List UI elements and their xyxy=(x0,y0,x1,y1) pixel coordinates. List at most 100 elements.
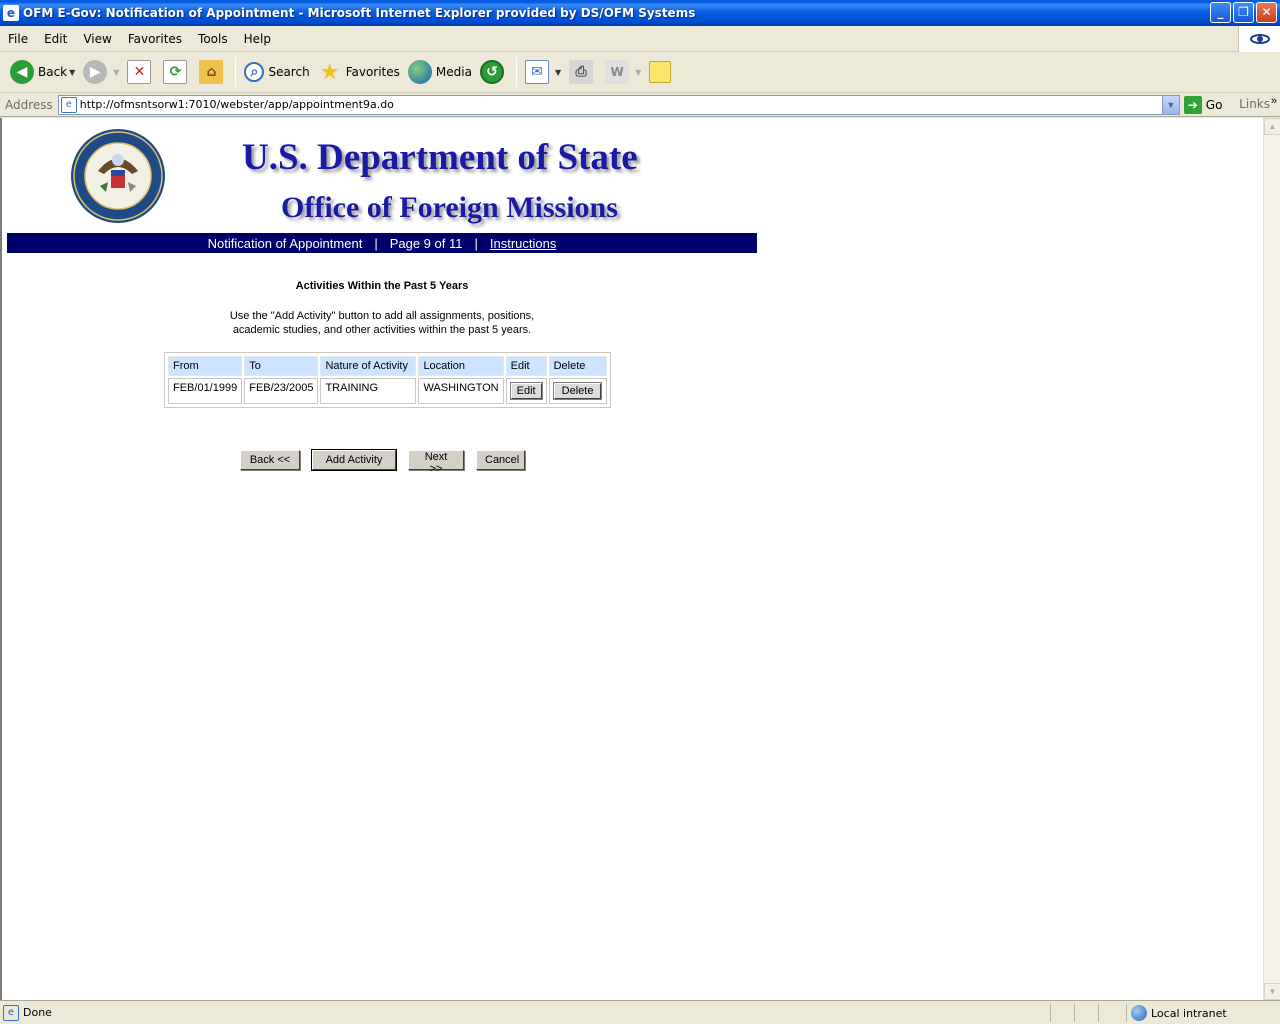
menu-view[interactable]: View xyxy=(75,32,119,46)
ie-page-icon: e xyxy=(3,5,19,21)
scroll-up-icon[interactable]: ▲ xyxy=(1264,118,1280,135)
back-dropdown-icon[interactable]: ▼ xyxy=(69,68,75,77)
history-clock-icon: ↺ xyxy=(479,60,504,84)
back-arrow-icon: ◀ xyxy=(10,60,34,84)
toolbar-separator xyxy=(235,57,237,87)
printer-icon: ⎙ xyxy=(569,60,594,84)
close-icon[interactable]: ✕ xyxy=(1256,2,1277,23)
col-location: Location xyxy=(418,356,504,376)
edit-row-button[interactable]: Edit xyxy=(509,382,543,400)
mail-button[interactable]: ✉ ▼ xyxy=(521,55,565,89)
cancel-form-button[interactable]: Cancel xyxy=(476,450,525,470)
address-label: Address xyxy=(5,97,53,112)
links-chevron-icon[interactable]: » xyxy=(1271,95,1277,107)
status-divider xyxy=(1098,1004,1099,1022)
media-globe-icon xyxy=(407,60,432,84)
department-title: U.S. Department of State xyxy=(242,137,638,178)
home-icon: ⌂ xyxy=(199,60,224,84)
nav-separator: | xyxy=(474,235,478,251)
col-nature: Nature of Activity xyxy=(320,356,417,376)
minimize-icon[interactable]: _ xyxy=(1210,2,1231,23)
delete-row-button[interactable]: Delete xyxy=(552,382,603,400)
favorites-button[interactable]: ★ Favorites xyxy=(314,55,404,89)
state-department-seal-icon xyxy=(71,129,165,223)
favorites-label: Favorites xyxy=(345,65,400,79)
discuss-button[interactable] xyxy=(645,55,679,89)
col-edit: Edit xyxy=(505,356,547,376)
menu-edit[interactable]: Edit xyxy=(36,32,75,46)
cell-nature: TRAINING xyxy=(320,378,417,404)
forward-arrow-icon: ▶ xyxy=(83,60,108,84)
next-form-button[interactable]: Next >> xyxy=(408,450,464,475)
page-indicator: Page 9 of 11 xyxy=(389,235,463,251)
scroll-down-icon[interactable]: ▼ xyxy=(1264,983,1280,1000)
word-edit-icon: W xyxy=(605,60,630,84)
menu-bar: File Edit View Favorites Tools Help xyxy=(0,26,1280,52)
mail-dropdown-icon[interactable]: ▼ xyxy=(555,68,561,77)
toolbar: ◀ Back ▼ ▶ ▼ ✕ ⟳ ⌂ ⌕ Search ★ Favorites … xyxy=(0,52,1280,93)
history-button[interactable]: ↺ xyxy=(476,55,512,89)
menu-file[interactable]: File xyxy=(0,32,36,46)
maximize-icon[interactable]: ❐ xyxy=(1233,2,1254,23)
go-label: Go xyxy=(1205,97,1223,112)
media-button[interactable]: Media xyxy=(404,55,476,89)
security-zone: Local intranet xyxy=(1126,1004,1227,1022)
menu-help[interactable]: Help xyxy=(236,32,279,46)
zone-label: Local intranet xyxy=(1151,1006,1227,1020)
search-icon: ⌕ xyxy=(244,62,265,82)
back-button[interactable]: ◀ Back ▼ xyxy=(6,55,79,89)
media-label: Media xyxy=(435,65,472,79)
window-title-bar[interactable]: e OFM E-Gov: Notification of Appointment… xyxy=(0,0,1280,26)
menu-favorites[interactable]: Favorites xyxy=(120,32,190,46)
address-dropdown-icon[interactable]: ▼ xyxy=(1161,95,1179,114)
window-title: OFM E-Gov: Notification of Appointment -… xyxy=(23,6,696,20)
go-button[interactable]: ➔ Go xyxy=(1183,95,1223,114)
address-url[interactable]: http://ofmsntsorw1:7010/webster/app/appo… xyxy=(80,98,394,111)
menu-tools[interactable]: Tools xyxy=(190,32,236,46)
edit-button[interactable]: W ▼ xyxy=(601,55,645,89)
address-input[interactable]: e http://ofmsntsorw1:7010/webster/app/ap… xyxy=(57,94,1180,115)
vertical-scrollbar[interactable]: ▲ ▼ xyxy=(1263,118,1280,1000)
links-label[interactable]: Links xyxy=(1239,97,1270,111)
activities-table: From To Nature of Activity Location Edit… xyxy=(164,352,611,408)
address-bar: Address e http://ofmsntsorw1:7010/webste… xyxy=(0,93,1280,117)
status-bar: e Done Local intranet xyxy=(0,1000,1280,1024)
stop-icon: ✕ xyxy=(127,60,152,84)
nav-separator: | xyxy=(374,235,378,251)
toolbar-separator xyxy=(515,57,517,87)
cell-from: FEB/01/1999 xyxy=(168,378,243,404)
search-button[interactable]: ⌕ Search xyxy=(240,55,313,89)
page-content: U.S. Department of State Office of Forei… xyxy=(0,118,1263,1000)
search-label: Search xyxy=(268,65,310,79)
col-to: To xyxy=(244,356,319,376)
instructions-line: academic studies, and other activities w… xyxy=(232,324,532,336)
forward-dropdown-icon[interactable]: ▼ xyxy=(113,68,119,77)
stop-button[interactable]: ✕ xyxy=(123,55,159,89)
print-button[interactable]: ⎙ xyxy=(565,55,601,89)
back-form-button[interactable]: Back << xyxy=(240,450,300,470)
favorites-star-icon: ★ xyxy=(319,59,340,85)
edit-dropdown-icon[interactable]: ▼ xyxy=(635,68,641,77)
home-button[interactable]: ⌂ xyxy=(195,55,231,89)
add-activity-button[interactable]: Add Activity xyxy=(311,449,397,471)
status-text: Done xyxy=(23,1006,52,1019)
table-row: FEB/01/1999 FEB/23/2005 TRAINING WASHING… xyxy=(168,378,607,404)
sticky-note-icon xyxy=(649,61,672,83)
table-header-row: From To Nature of Activity Location Edit… xyxy=(168,356,607,376)
refresh-icon: ⟳ xyxy=(163,60,188,84)
instructions-link[interactable]: Instructions xyxy=(490,236,556,251)
mail-envelope-icon: ✉ xyxy=(524,60,549,84)
col-delete: Delete xyxy=(548,356,607,376)
go-arrow-icon: ➔ xyxy=(1183,95,1202,114)
cell-to: FEB/23/2005 xyxy=(244,378,319,404)
status-divider xyxy=(1050,1004,1051,1022)
instructions-line: Use the "Add Activity" button to add all… xyxy=(229,310,535,322)
office-title: Office of Foreign Missions xyxy=(281,191,618,224)
cell-delete: Delete xyxy=(548,378,607,404)
forward-button[interactable]: ▶ ▼ xyxy=(79,55,123,89)
cell-location: WASHINGTON xyxy=(418,378,504,404)
status-divider xyxy=(1074,1004,1075,1022)
section-title: Activities Within the Past 5 Years xyxy=(295,280,469,292)
col-from: From xyxy=(168,356,243,376)
refresh-button[interactable]: ⟳ xyxy=(159,55,195,89)
